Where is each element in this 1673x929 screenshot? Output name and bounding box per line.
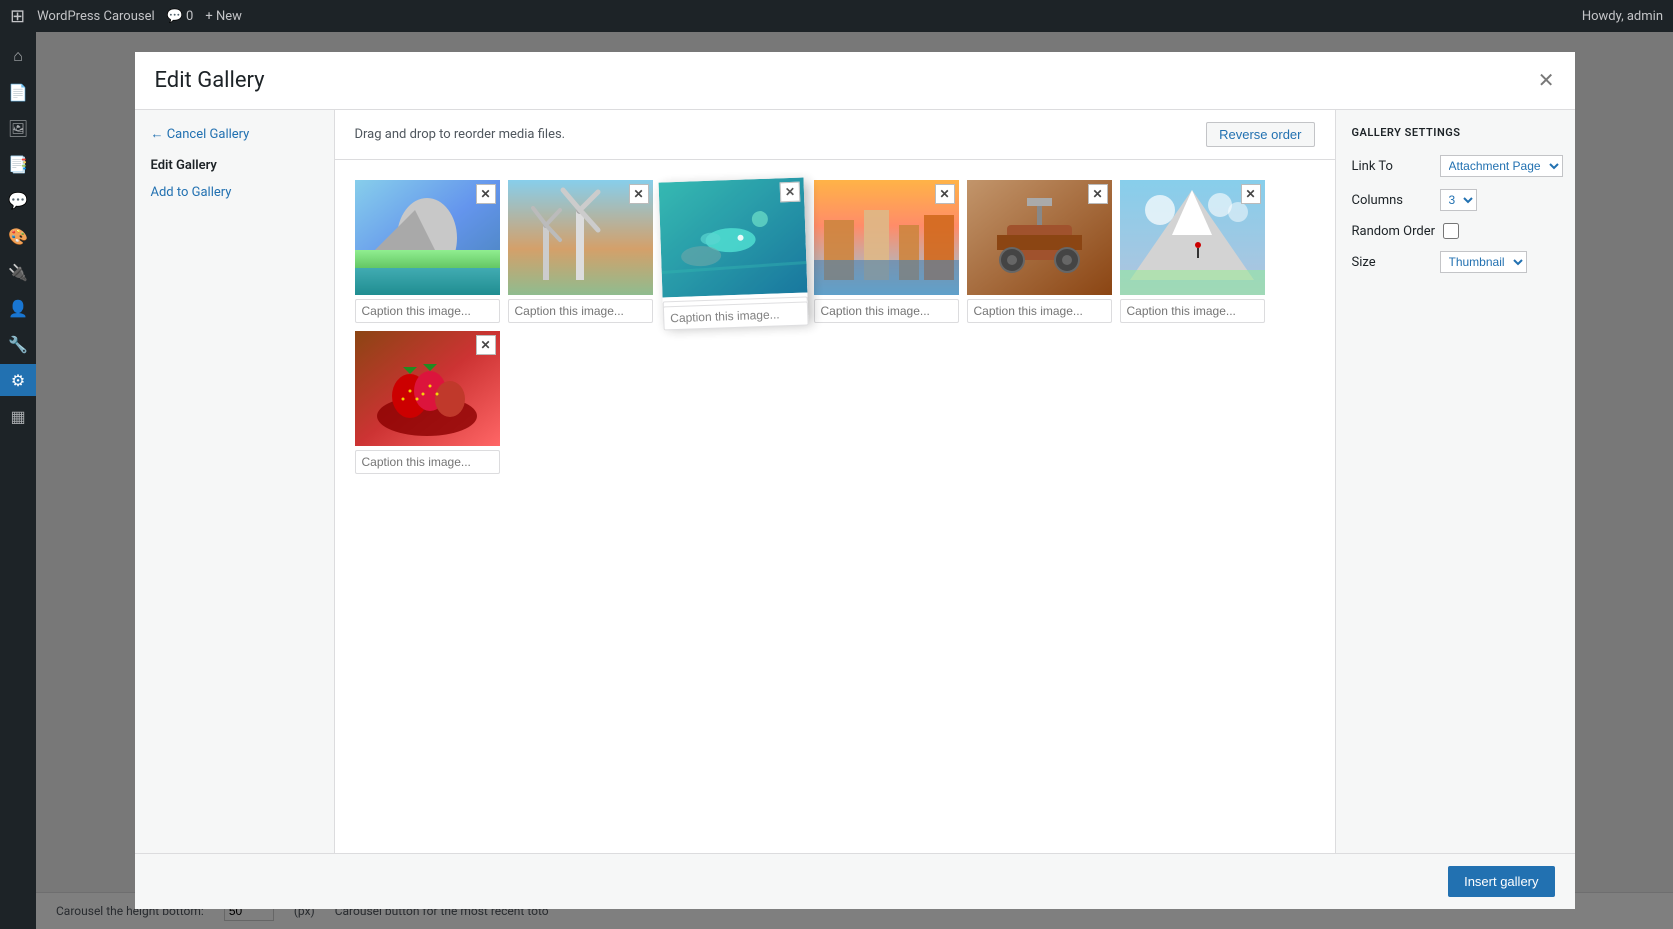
modal-title: Edit Gallery (155, 68, 265, 93)
modal-footer: Insert gallery (135, 853, 1575, 909)
remove-item-button[interactable]: ✕ (476, 184, 496, 204)
gallery-item-image-wrap: ✕ (355, 331, 500, 446)
modal-overlay: Edit Gallery ✕ ← Cancel Gallery Edit Gal… (36, 32, 1673, 929)
gallery-item-image-wrap: ✕ (355, 180, 500, 295)
gallery-item-image-wrap: ✕ (814, 180, 959, 295)
random-order-row: Random Order (1352, 223, 1559, 239)
add-to-gallery-link[interactable]: Add to Gallery (151, 185, 318, 200)
sidebar-icon-carousel[interactable]: ▦ (0, 400, 36, 432)
content-area: Drag and drop to reorder media files. Re… (335, 110, 1335, 853)
gallery-item-image-wrap: ✕ (508, 180, 653, 295)
gallery-item[interactable]: ✕ (658, 178, 808, 326)
sidebar-icon-appearance[interactable]: 🎨 (0, 220, 36, 252)
gallery-item[interactable]: ✕ (508, 180, 653, 323)
insert-gallery-button[interactable]: Insert gallery (1448, 866, 1554, 897)
sidebar-icon-tools[interactable]: 🔧 (0, 328, 36, 360)
columns-label: Columns (1352, 193, 1432, 208)
sidebar-icon-settings[interactable]: ⚙ (0, 364, 36, 396)
gallery-item[interactable]: ✕ (355, 180, 500, 323)
gallery-item-floating-caption[interactable] (662, 301, 808, 330)
remove-item-button[interactable]: ✕ (935, 184, 955, 204)
modal-close-button[interactable]: ✕ (1538, 71, 1555, 91)
remove-item-button[interactable]: ✕ (1088, 184, 1108, 204)
sidebar-icon-users[interactable]: 👤 (0, 292, 36, 324)
remove-item-button[interactable]: ✕ (476, 335, 496, 355)
random-order-label: Random Order (1352, 224, 1436, 239)
reverse-order-button[interactable]: Reverse order (1206, 122, 1314, 147)
remove-item-button[interactable]: ✕ (1241, 184, 1261, 204)
gallery-item-image-wrap: ✕ (967, 180, 1112, 295)
comments-link[interactable]: 💬 0 (167, 9, 194, 24)
nav-panel: ← Cancel Gallery Edit Gallery Add to Gal… (135, 110, 335, 853)
size-select[interactable]: Thumbnail Medium Large Full Size (1440, 251, 1527, 273)
modal-body: ← Cancel Gallery Edit Gallery Add to Gal… (135, 110, 1575, 853)
link-to-select[interactable]: Attachment Page Media File None (1440, 155, 1563, 177)
gallery-grid-area: ✕ ✕ ✕ ✕ (335, 160, 1335, 853)
columns-select[interactable]: 123 456 789 (1440, 189, 1477, 211)
sidebar: ⌂ 📄 🖼 📑 💬 🎨 🔌 👤 🔧 ⚙ ▦ (0, 32, 36, 929)
settings-panel: GALLERY SETTINGS Link To Attachment Page… (1335, 110, 1575, 853)
gallery-item-caption[interactable] (814, 299, 959, 323)
gallery-item-caption[interactable] (508, 299, 653, 323)
random-order-checkbox[interactable] (1443, 223, 1459, 239)
link-to-row: Link To Attachment Page Media File None (1352, 155, 1559, 177)
admin-bar: ⊞ WordPress Carousel 💬 0 + New Howdy, ad… (0, 0, 1673, 32)
gallery-item-image-wrap: ✕ (1120, 180, 1265, 295)
gallery-item-image-wrap: ✕ (658, 178, 807, 298)
size-row: Size Thumbnail Medium Large Full Size (1352, 251, 1559, 273)
site-name: WordPress Carousel (37, 9, 155, 24)
sidebar-icon-comments[interactable]: 💬 (0, 184, 36, 216)
new-item-link[interactable]: + New (205, 9, 242, 24)
size-label: Size (1352, 255, 1432, 270)
link-to-label: Link To (1352, 159, 1432, 174)
sidebar-icon-posts[interactable]: 📄 (0, 76, 36, 108)
sidebar-icon-media[interactable]: 🖼 (0, 112, 36, 144)
edit-gallery-modal: Edit Gallery ✕ ← Cancel Gallery Edit Gal… (135, 52, 1575, 909)
howdy-text: Howdy, admin (1582, 9, 1663, 24)
gallery-item-caption[interactable] (355, 450, 500, 474)
sidebar-icon-plugins[interactable]: 🔌 (0, 256, 36, 288)
content-toolbar: Drag and drop to reorder media files. Re… (335, 110, 1335, 160)
cancel-gallery-link[interactable]: ← Cancel Gallery (151, 126, 318, 142)
gallery-item-caption[interactable] (355, 299, 500, 323)
gallery-item-caption[interactable] (1120, 299, 1265, 323)
remove-item-button[interactable]: ✕ (779, 182, 800, 203)
modal-header: Edit Gallery ✕ (135, 52, 1575, 110)
gallery-item-caption[interactable] (967, 299, 1112, 323)
gallery-grid: ✕ ✕ ✕ ✕ (355, 180, 1315, 474)
remove-item-button[interactable]: ✕ (629, 184, 649, 204)
sidebar-icon-dashboard[interactable]: ⌂ (0, 40, 36, 72)
gallery-item[interactable]: ✕ (967, 180, 1112, 323)
gallery-item[interactable]: ✕ (814, 180, 959, 323)
gallery-settings-title: GALLERY SETTINGS (1352, 126, 1559, 139)
sidebar-icon-pages[interactable]: 📑 (0, 148, 36, 180)
drag-hint: Drag and drop to reorder media files. (355, 127, 566, 142)
gallery-item[interactable]: ✕ (355, 331, 500, 474)
gallery-item[interactable]: ✕ (1120, 180, 1265, 323)
columns-row: Columns 123 456 789 (1352, 189, 1559, 211)
wp-logo-icon: ⊞ (10, 6, 25, 27)
nav-panel-title: Edit Gallery (151, 158, 318, 173)
